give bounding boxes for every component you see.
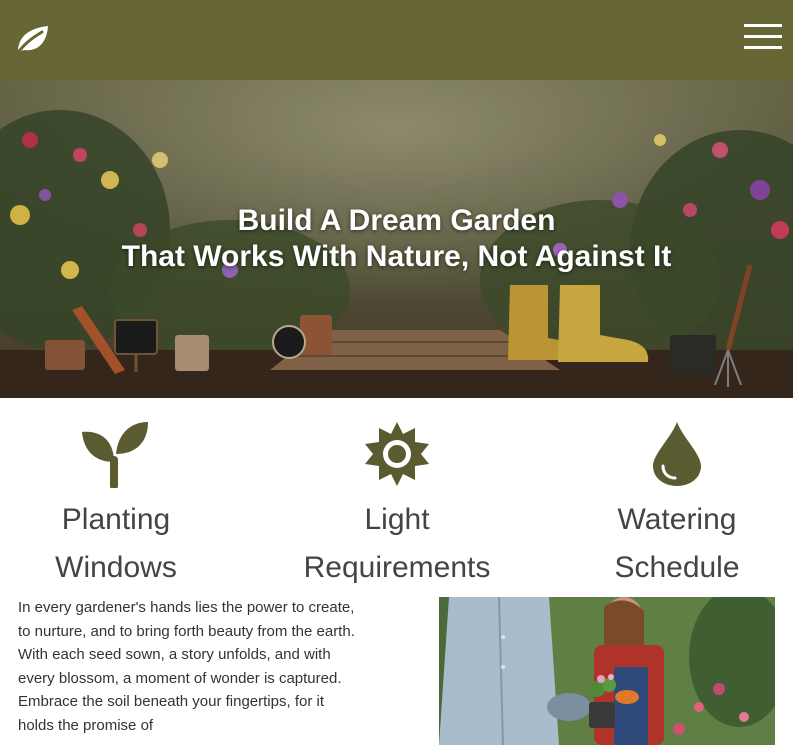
- menu-bar: [744, 24, 782, 27]
- hamburger-menu-icon[interactable]: [744, 22, 784, 52]
- hero-banner: Build A Dream Garden That Works With Nat…: [0, 80, 793, 398]
- feature-label-line-2: Requirements: [303, 551, 491, 584]
- gardeners-image: [439, 597, 775, 745]
- leaf-icon: [15, 26, 48, 56]
- feature-label-line-1: Planting: [61, 503, 171, 536]
- feature-label-line-2: Windows: [55, 551, 177, 584]
- gardeners-photo: [439, 597, 775, 745]
- hero-title-line-2: That Works With Nature, Not Against It: [121, 240, 672, 273]
- top-navbar: [0, 0, 793, 80]
- menu-bar: [744, 35, 782, 38]
- feature-planting-windows: Planting Windows: [36, 420, 196, 592]
- intro-paragraph: In every gardener's hands lies the power…: [18, 599, 355, 734]
- feature-label-line-1: Light: [364, 503, 430, 536]
- hero-title-line-1: Build A Dream Garden: [237, 204, 556, 237]
- feature-label-line-2: Schedule: [614, 551, 740, 584]
- feature-light-requirements: Light Requirements: [287, 420, 507, 592]
- sprout-icon: [82, 422, 148, 488]
- feature-label-line-1: Watering: [617, 503, 737, 536]
- hero-title: Build A Dream Garden That Works With Nat…: [0, 203, 793, 275]
- logo-link[interactable]: [14, 22, 52, 56]
- sun-icon: [365, 422, 429, 486]
- feature-watering-schedule: Watering Schedule: [597, 420, 757, 592]
- menu-bar: [744, 46, 782, 49]
- water-drop-icon: [653, 422, 701, 486]
